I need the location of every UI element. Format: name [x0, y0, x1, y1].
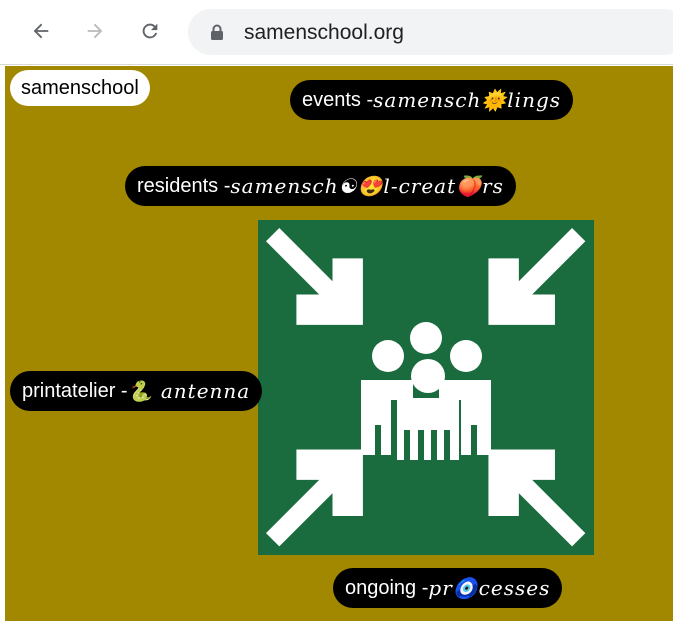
forward-button[interactable]: [78, 14, 112, 48]
url-text: samenschool.org: [244, 21, 404, 44]
page-content: samenschool events - samensch🌞lings resi…: [5, 66, 673, 621]
residents-prefix: residents -: [137, 175, 231, 197]
events-fancy-text: samensch🌞lings: [373, 88, 562, 112]
home-link[interactable]: samenschool: [10, 70, 150, 106]
browser-toolbar: samenschool.org: [0, 0, 673, 65]
lock-icon: [211, 24, 223, 40]
back-arrow-icon: [33, 23, 49, 39]
back-button[interactable]: [24, 14, 58, 48]
reload-button[interactable]: [133, 14, 167, 48]
ongoing-link[interactable]: ongoing - pr🧿cesses: [333, 568, 563, 608]
assembly-point-sign-icon: [258, 220, 594, 555]
ongoing-prefix: ongoing -: [345, 577, 429, 599]
forward-arrow-icon: [87, 23, 103, 39]
events-link[interactable]: events - samensch🌞lings: [290, 80, 574, 120]
residents-fancy-text: samensch☯😍l-creat🍑rs: [230, 174, 504, 198]
reload-icon: [142, 23, 158, 39]
printatelier-prefix: printatelier -: [22, 380, 128, 402]
events-prefix: events -: [302, 89, 374, 111]
printatelier-fancy-text: 🐍 antenna: [127, 379, 251, 403]
address-bar[interactable]: samenschool.org: [188, 9, 673, 55]
ongoing-fancy-text: pr🧿cesses: [428, 576, 551, 600]
printatelier-link[interactable]: printatelier - 🐍 antenna: [10, 371, 263, 411]
residents-link[interactable]: residents - samensch☯😍l-creat🍑rs: [125, 166, 516, 206]
